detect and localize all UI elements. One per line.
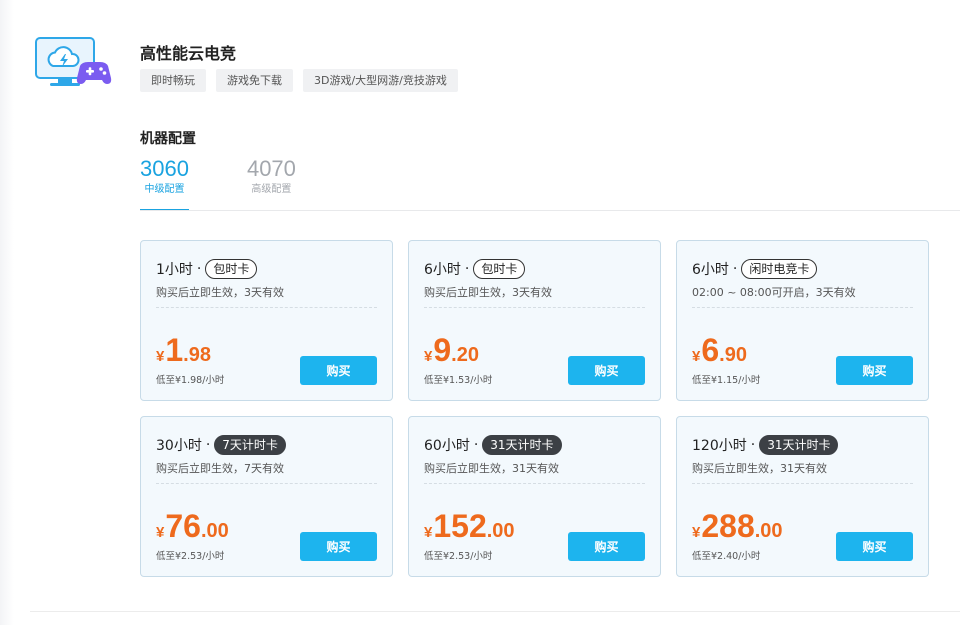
card-hours: 1小时	[156, 262, 193, 278]
card-price: ¥ 76 .00	[156, 508, 229, 544]
card-divider	[424, 307, 645, 308]
left-edge-shade	[0, 0, 14, 625]
config-tabs: 3060 中级配置 4070 高级配置	[140, 156, 296, 211]
feature-tag: 即时畅玩	[140, 69, 206, 92]
card-header: 30小时 · 7天计时卡	[156, 435, 286, 455]
price-integer: 6	[701, 332, 720, 368]
card-hours: 6小时	[692, 262, 729, 278]
price-integer: 288	[701, 508, 755, 544]
price-decimal: .00	[754, 520, 783, 542]
card-description: 02:00 ~ 08:00可开启，3天有效	[692, 286, 856, 299]
card-hours: 60小时	[424, 438, 470, 454]
price-decimal: .00	[486, 520, 515, 542]
buy-button[interactable]: 购买	[300, 532, 377, 561]
card-description: 购买后立即生效，31天有效	[692, 462, 827, 475]
buy-button[interactable]: 购买	[836, 356, 913, 385]
price-integer: 152	[433, 508, 487, 544]
product-card: 1小时 · 包时卡 购买后立即生效，3天有效 ¥ 1 .98 低至¥1.98/小…	[140, 240, 393, 401]
card-price: ¥ 9 .20	[424, 332, 479, 368]
page-title: 高性能云电竞	[140, 44, 237, 63]
currency-symbol: ¥	[692, 524, 701, 541]
feature-tag: 游戏免下载	[216, 69, 293, 92]
price-decimal: .98	[183, 344, 211, 366]
card-type-badge: 31天计时卡	[482, 435, 562, 455]
price-decimal: .00	[200, 520, 229, 542]
card-header: 1小时 · 包时卡	[156, 259, 258, 279]
unit-price: 低至¥1.15/小时	[692, 375, 761, 386]
card-description: 购买后立即生效，7天有效	[156, 462, 284, 475]
card-header: 120小时 · 31天计时卡	[692, 435, 839, 455]
product-grid: 1小时 · 包时卡 购买后立即生效，3天有效 ¥ 1 .98 低至¥1.98/小…	[140, 240, 929, 577]
product-card: 30小时 · 7天计时卡 购买后立即生效，7天有效 ¥ 76 .00 低至¥2.…	[140, 416, 393, 577]
unit-price: 低至¥2.53/小时	[424, 551, 493, 562]
section-title: 机器配置	[140, 131, 196, 147]
buy-button[interactable]: 购买	[300, 356, 377, 385]
feature-tags: 即时畅玩 游戏免下载 3D游戏/大型网游/竞技游戏	[140, 69, 458, 92]
tabs-divider	[140, 210, 960, 211]
card-type-badge: 7天计时卡	[214, 435, 286, 455]
buy-button[interactable]: 购买	[568, 356, 645, 385]
price-integer: 1	[165, 332, 184, 368]
tab-label: 3060	[140, 156, 189, 181]
card-divider	[156, 483, 377, 484]
card-divider	[156, 307, 377, 308]
card-type-badge: 闲时电竞卡	[741, 259, 818, 279]
bottom-divider	[30, 611, 960, 612]
currency-symbol: ¥	[156, 348, 165, 365]
currency-symbol: ¥	[156, 524, 165, 541]
card-description: 购买后立即生效，3天有效	[424, 286, 552, 299]
card-type-badge: 31天计时卡	[759, 435, 839, 455]
tab-4070[interactable]: 4070 高级配置	[247, 156, 296, 211]
card-price: ¥ 6 .90	[692, 332, 747, 368]
card-hours: 30小时	[156, 438, 202, 454]
unit-price: 低至¥1.98/小时	[156, 375, 225, 386]
unit-price: 低至¥1.53/小时	[424, 375, 493, 386]
tab-sublabel: 中级配置	[144, 184, 185, 195]
product-card: 120小时 · 31天计时卡 购买后立即生效，31天有效 ¥ 288 .00 低…	[676, 416, 929, 577]
product-card: 6小时 · 闲时电竞卡 02:00 ~ 08:00可开启，3天有效 ¥ 6 .9…	[676, 240, 929, 401]
card-price: ¥ 1 .98	[156, 332, 211, 368]
card-divider	[424, 483, 645, 484]
tab-label: 4070	[246, 156, 296, 181]
card-divider	[692, 307, 913, 308]
buy-button[interactable]: 购买	[568, 532, 645, 561]
card-divider	[692, 483, 913, 484]
price-integer: 76	[165, 508, 201, 544]
currency-symbol: ¥	[424, 348, 433, 365]
tab-sublabel: 高级配置	[251, 184, 292, 195]
feature-tag: 3D游戏/大型网游/竞技游戏	[303, 69, 458, 92]
card-header: 6小时 · 包时卡	[424, 259, 526, 279]
card-description: 购买后立即生效，31天有效	[424, 462, 559, 475]
price-decimal: .90	[719, 344, 747, 366]
card-description: 购买后立即生效，3天有效	[156, 286, 284, 299]
currency-symbol: ¥	[424, 524, 433, 541]
card-type-badge: 包时卡	[205, 259, 258, 279]
separator-dot: ·	[732, 261, 738, 277]
separator-dot: ·	[750, 437, 756, 453]
card-hours: 120小时	[692, 438, 747, 454]
card-price: ¥ 288 .00	[692, 508, 783, 544]
currency-symbol: ¥	[692, 348, 701, 365]
cloud-gaming-icon	[34, 36, 114, 92]
unit-price: 低至¥2.40/小时	[692, 551, 761, 562]
card-header: 60小时 · 31天计时卡	[424, 435, 562, 455]
card-header: 6小时 · 闲时电竞卡	[692, 259, 818, 279]
separator-dot: ·	[473, 437, 479, 453]
separator-dot: ·	[464, 261, 470, 277]
card-hours: 6小时	[424, 262, 461, 278]
price-decimal: .20	[451, 344, 479, 366]
separator-dot: ·	[205, 437, 211, 453]
product-card: 6小时 · 包时卡 购买后立即生效，3天有效 ¥ 9 .20 低至¥1.53/小…	[408, 240, 661, 401]
separator-dot: ·	[196, 261, 202, 277]
card-price: ¥ 152 .00	[424, 508, 515, 544]
price-integer: 9	[433, 332, 452, 368]
unit-price: 低至¥2.53/小时	[156, 551, 225, 562]
card-type-badge: 包时卡	[473, 259, 526, 279]
tab-3060[interactable]: 3060 中级配置	[140, 156, 189, 211]
product-card: 60小时 · 31天计时卡 购买后立即生效，31天有效 ¥ 152 .00 低至…	[408, 416, 661, 577]
buy-button[interactable]: 购买	[836, 532, 913, 561]
